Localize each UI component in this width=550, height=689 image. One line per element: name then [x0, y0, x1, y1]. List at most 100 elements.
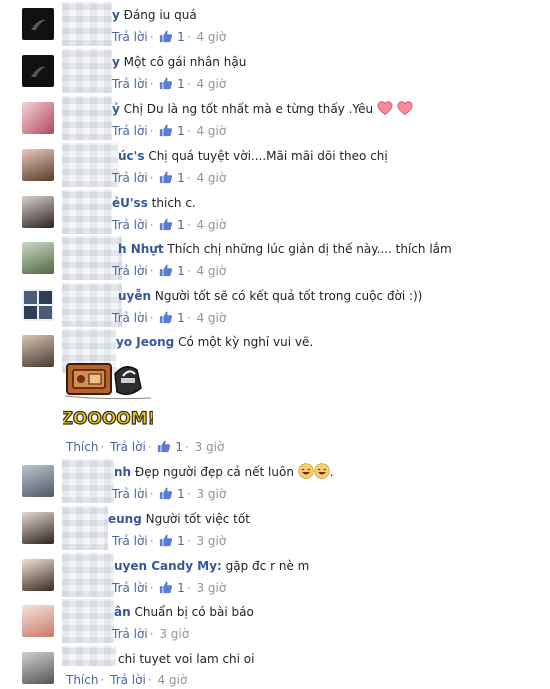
- like-count[interactable]: 1: [177, 30, 185, 44]
- reply-link[interactable]: Trả lời: [112, 30, 148, 44]
- comment-text: Người tốt sẽ có kết quả tốt trong cuộc đ…: [154, 289, 423, 303]
- reply-link[interactable]: Trả lời: [112, 171, 148, 185]
- avatar[interactable]: [22, 289, 54, 321]
- zoom-sticker-image[interactable]: ZOOOOM!: [63, 358, 153, 434]
- timestamp[interactable]: 4 giờ: [196, 311, 226, 325]
- blurred-name: [62, 190, 112, 234]
- like-thumb-icon: [159, 310, 173, 324]
- reply-link[interactable]: Trả lời: [112, 627, 148, 641]
- avatar[interactable]: [22, 652, 54, 684]
- avatar[interactable]: [22, 149, 54, 181]
- comment-text: gặp đc r nè m: [225, 559, 310, 573]
- reply-link[interactable]: Trả lời: [112, 487, 148, 501]
- blurred-name: [62, 599, 114, 643]
- commenter-name[interactable]: ân: [114, 605, 131, 619]
- comment-text: Một cô gái nhân hậu: [123, 55, 247, 69]
- comment: úc's Chị quá tuyệt vời....Mãi mãi dõi th…: [0, 143, 550, 191]
- avatar[interactable]: [22, 335, 54, 367]
- like-count[interactable]: 1: [177, 171, 185, 185]
- timestamp[interactable]: 4 giờ: [196, 218, 226, 232]
- comment: h Nhựt Thích chị những lúc giản dị thế n…: [0, 236, 550, 284]
- commenter-name[interactable]: uyen Candy My:: [114, 559, 222, 573]
- comment: y Đáng iu quá Trả lời · 1 · 4 giờ: [0, 2, 550, 50]
- reply-link[interactable]: Trả lời: [112, 124, 148, 138]
- like-thumb-icon: [159, 580, 173, 594]
- like-count[interactable]: 1: [177, 487, 185, 501]
- commenter-name[interactable]: eung: [108, 512, 142, 526]
- timestamp[interactable]: 4 giờ: [196, 30, 226, 44]
- like-count[interactable]: 1: [177, 581, 185, 595]
- timestamp[interactable]: 4 giờ: [196, 124, 226, 138]
- comment-text: Đáng iu quá: [123, 8, 197, 22]
- commenter-name[interactable]: y: [112, 55, 120, 69]
- avatar[interactable]: [22, 512, 54, 544]
- timestamp[interactable]: 3 giờ: [196, 487, 226, 501]
- reply-link[interactable]: Trả lời: [112, 264, 148, 278]
- like-count[interactable]: 1: [177, 77, 185, 91]
- like-action-link[interactable]: Thích: [66, 440, 98, 454]
- blurred-name: [62, 96, 112, 140]
- avatar[interactable]: [22, 605, 54, 637]
- commenter-name[interactable]: úc's: [118, 149, 144, 163]
- reply-link[interactable]: Trả lời: [112, 77, 148, 91]
- timestamp[interactable]: 4 giờ: [196, 77, 226, 91]
- comment-text: Chị quá tuyệt vời....Mãi mãi dõi theo ch…: [148, 149, 388, 163]
- commenter-name[interactable]: nh: [114, 465, 131, 479]
- blurred-name: [62, 459, 114, 503]
- like-thumb-icon: [159, 76, 173, 90]
- timestamp[interactable]: 4 giờ: [196, 264, 226, 278]
- like-count[interactable]: 1: [177, 311, 185, 325]
- commenter-name[interactable]: uyễn: [118, 289, 151, 303]
- reply-link[interactable]: Trả lời: [112, 218, 148, 232]
- commenter-name[interactable]: h Nhựt: [118, 242, 164, 256]
- commenter-name[interactable]: y: [112, 8, 120, 22]
- like-count[interactable]: 1: [177, 264, 185, 278]
- commenter-name[interactable]: ẻU'ss: [112, 196, 148, 210]
- heart-emoji-icon: [397, 100, 413, 116]
- reply-link[interactable]: Trả lời: [110, 440, 146, 454]
- avatar[interactable]: [22, 8, 54, 40]
- reply-link[interactable]: Trả lời: [112, 534, 148, 548]
- like-count[interactable]: 1: [175, 440, 183, 454]
- timestamp[interactable]: 3 giờ: [196, 581, 226, 595]
- like-thumb-icon: [159, 533, 173, 547]
- commenter-name[interactable]: yo Jeong: [116, 335, 174, 349]
- like-action-link[interactable]: Thích: [66, 673, 98, 687]
- reply-link[interactable]: Trả lời: [110, 673, 146, 687]
- like-thumb-icon: [159, 263, 173, 277]
- comment: ỷ Chị Du là ng tốt nhất mà e từng thấy .…: [0, 96, 550, 144]
- comment: y Một cô gái nhân hậu Trả lời · 1 · 4 giờ: [0, 49, 550, 97]
- like-thumb-icon: [159, 170, 173, 184]
- laughing-emoji-icon: [298, 463, 314, 479]
- reply-link[interactable]: Trả lời: [112, 311, 148, 325]
- timestamp[interactable]: 4 giờ: [196, 171, 226, 185]
- reply-link[interactable]: Trả lời: [112, 581, 148, 595]
- avatar[interactable]: [22, 102, 54, 134]
- comment: ẻU'ss thich c. Trả lời · 1 · 4 giờ: [0, 190, 550, 238]
- timestamp[interactable]: 3 giờ: [196, 534, 226, 548]
- avatar[interactable]: [22, 465, 54, 497]
- avatar[interactable]: [22, 196, 54, 228]
- comment-text: Chị Du là ng tốt nhất mà e từng thấy .Yê…: [123, 102, 374, 116]
- avatar[interactable]: [22, 559, 54, 591]
- timestamp[interactable]: 3 giờ: [195, 440, 225, 454]
- comment: nh Đẹp người đẹp cả nết luôn . Trả lời · …: [0, 459, 550, 507]
- comment-text: Người tốt việc tốt: [145, 512, 250, 526]
- like-count[interactable]: 1: [177, 218, 185, 232]
- comment-text: Thích chị những lúc giản dị thế này.... …: [167, 242, 452, 256]
- like-count[interactable]: 1: [177, 124, 185, 138]
- like-count[interactable]: 1: [177, 534, 185, 548]
- comment-text: Đẹp người đẹp cả nết luôn: [134, 465, 294, 479]
- avatar[interactable]: [22, 242, 54, 274]
- like-thumb-icon: [159, 29, 173, 43]
- blurred-name: [62, 553, 114, 597]
- blurred-name: [62, 49, 112, 93]
- commenter-name[interactable]: ỷ: [112, 102, 120, 116]
- blurred-name: [62, 506, 108, 550]
- comment: uyễn Người tốt sẽ có kết quả tốt trong c…: [0, 283, 550, 331]
- timestamp[interactable]: 3 giờ: [159, 627, 189, 641]
- comment-text: chi tuyet voi lam chi oi: [118, 652, 255, 666]
- timestamp[interactable]: 4 giờ: [157, 673, 187, 687]
- avatar[interactable]: [22, 55, 54, 87]
- like-thumb-icon: [157, 439, 171, 453]
